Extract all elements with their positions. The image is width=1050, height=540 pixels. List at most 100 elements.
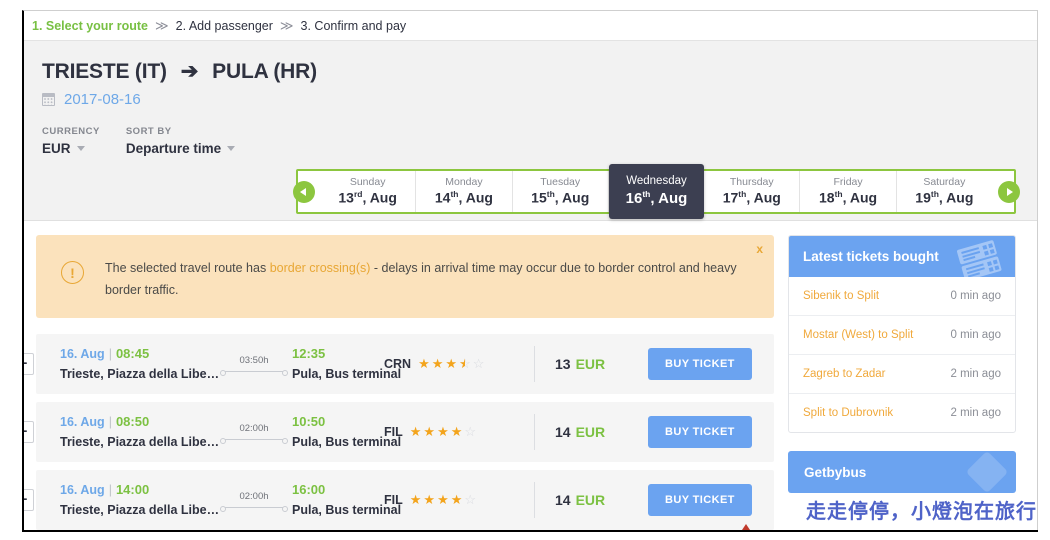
step-select-route[interactable]: 1. Select your route [32,19,148,33]
alert-text-before: The selected travel route has [105,261,270,275]
alert-highlight-link[interactable]: border crossing(s) [270,261,371,275]
operator-block: FIL ★ ★ ★ ★ ☆ [384,493,534,507]
star-icon: ★ [450,424,463,440]
sort-filter-label: SORT BY [125,126,172,137]
day-month: , Aug [842,189,878,206]
operator-row: FIL ★ ★ ★ ★ ☆ [384,425,534,439]
star-icon: ☆ [464,492,477,508]
ticket-result-row[interactable]: +16. Aug|14:00 Trieste, Piazza della Libe… [24,469,774,530]
buy-ticket-button[interactable]: BUY TICKET [648,347,752,380]
sort-filter-value[interactable]: Departure time [126,141,236,156]
promo-decoration-icon [965,451,1009,493]
booking-steps-breadcrumb: 1. Select your route ≫ 2. Add passenger … [24,11,1037,41]
search-date-value[interactable]: 2017-08-16 [64,91,141,108]
step-add-passenger[interactable]: 2. Add passenger [176,19,273,33]
price-block: 14 EUR [534,481,644,518]
latest-tickets-list: Sibenik to Split 0 min ago Mostar (West) t… [789,277,1015,432]
departure-date: 16. Aug [60,483,105,498]
date-next-button[interactable] [992,171,1020,212]
latest-ticket-route: Sibenik to Split [803,290,880,302]
buy-ticket-button[interactable]: BUY TICKET [648,483,752,516]
step-confirm-and-pay[interactable]: 3. Confirm and pay [301,19,407,33]
operator-row: CRN★★★☆☆ [384,357,534,371]
date-prev-button[interactable] [292,171,320,212]
star-icon: ★ [423,492,436,508]
ticket-result-row[interactable]: +16. Aug|08:50 Trieste, Piazza della Libe… [24,401,774,462]
arrival-time: 12:35 [292,346,326,362]
chevron-down-icon [227,146,236,151]
currency-filter-text: EUR [42,141,71,156]
latest-tickets-panel: Latest tickets bought Sibenik to Split 0… [788,235,1016,433]
day-of-week: Tuesday [540,175,581,188]
arrival-block: 10:50 Pula, Bus terminal [292,414,402,450]
departure-date: 16. Aug [60,347,105,362]
date-day-list: Sunday 13rd, Aug Monday 14th, Aug Tuesday 15t… [320,164,992,219]
arrival-block: 12:35 Pula, Bus terminal [292,346,401,381]
close-icon[interactable]: x [756,242,763,256]
day-number: 18th, Aug [819,189,877,207]
expand-details-button[interactable]: + [24,420,34,443]
day-of-week: Sunday [349,175,386,188]
day-number: 15th, Aug [531,189,589,207]
expand-details-button[interactable]: + [24,352,34,375]
latest-ticket-item[interactable]: Split to Dubrovnik 2 min ago [789,394,1015,432]
price-amount: 14 [555,423,571,440]
day-ordinal: th [546,188,555,199]
star-icon: ☆ [472,356,485,372]
price-block: 13 EUR [534,345,644,382]
arrival-stop: Pula, Bus terminal [292,503,402,518]
day-number: 19th, Aug [915,189,973,207]
departure-date: 16. Aug [60,415,105,430]
separator-pipe: | [108,483,112,498]
latest-tickets-title: Latest tickets bought [803,249,939,264]
day-num-value: 14 [434,189,451,206]
day-month: , Aug [554,189,590,206]
sort-filter[interactable]: SORT BY Departure time [125,126,236,156]
duration-connector-icon [220,505,288,512]
duration-connector-icon [220,437,288,444]
day-num-value: 19 [915,189,931,206]
currency-filter[interactable]: CURRENCY EUR [42,126,100,156]
latest-ticket-item[interactable]: Mostar (West) to Split 0 min ago [789,316,1015,355]
currency-filter-value[interactable]: EUR [42,141,100,156]
day-month: , Aug [746,189,781,206]
day-num-value: 18 [819,189,835,206]
expand-details-button[interactable]: + [24,488,34,511]
ticket-result-row[interactable]: +16. Aug|08:45 Trieste, Piazza della Libe… [24,333,774,394]
date-day-option[interactable]: Monday 14th, Aug [416,171,513,212]
latest-ticket-item[interactable]: Zagreb to Zadar 2 min ago [789,355,1015,394]
date-day-option[interactable]: Thursday 17th, Aug [704,171,801,212]
price-currency: EUR [575,423,606,440]
date-day-option[interactable]: Sunday 13rd, Aug [320,171,417,212]
operator-row: FIL ★ ★ ★ ★ ☆ [384,493,534,507]
currency-filter-label: CURRENCY [42,126,100,137]
star-icon: ★ [431,356,444,372]
date-day-option[interactable]: Friday 18th, Aug [800,171,897,212]
date-day-option[interactable]: Wednesday 16th, Aug [608,164,705,219]
search-date-line: 2017-08-16 [42,91,1019,108]
getbybus-promo-banner[interactable]: Getbybus [788,451,1016,493]
results-column: ! The selected travel route has border c… [24,235,774,531]
day-num-value: 17 [722,189,739,206]
day-of-week: Wednesday [626,175,687,188]
star-icon: ★ [418,356,430,372]
date-day-option[interactable]: Saturday 19th, Aug [897,171,992,212]
arrow-right-icon: ➔ [180,60,199,83]
departure-stop: Trieste, Piazza della Libe… [60,503,220,518]
tickets-icon [955,240,1007,277]
date-day-option[interactable]: Tuesday 15th, Aug [513,171,609,212]
chevron-right-icon [997,180,1020,203]
operator-rating-stars: ★★★☆☆ [418,357,484,370]
buy-ticket-button[interactable]: BUY TICKET [648,415,752,448]
day-number: 17th, Aug [723,189,781,207]
latest-ticket-route: Split to Dubrovnik [803,407,894,419]
day-of-week: Friday [833,175,863,188]
day-ordinal: th [930,188,939,199]
departure-stop: Trieste, Piazza della Libe… [60,435,220,450]
day-month: , Aug [362,189,397,206]
star-icon: ★ [409,492,422,508]
latest-ticket-item[interactable]: Sibenik to Split 0 min ago [789,277,1015,316]
arrival-stop: Pula, Bus terminal [292,435,402,450]
price-amount: 14 [555,491,571,508]
day-of-week: Saturday [923,175,966,188]
